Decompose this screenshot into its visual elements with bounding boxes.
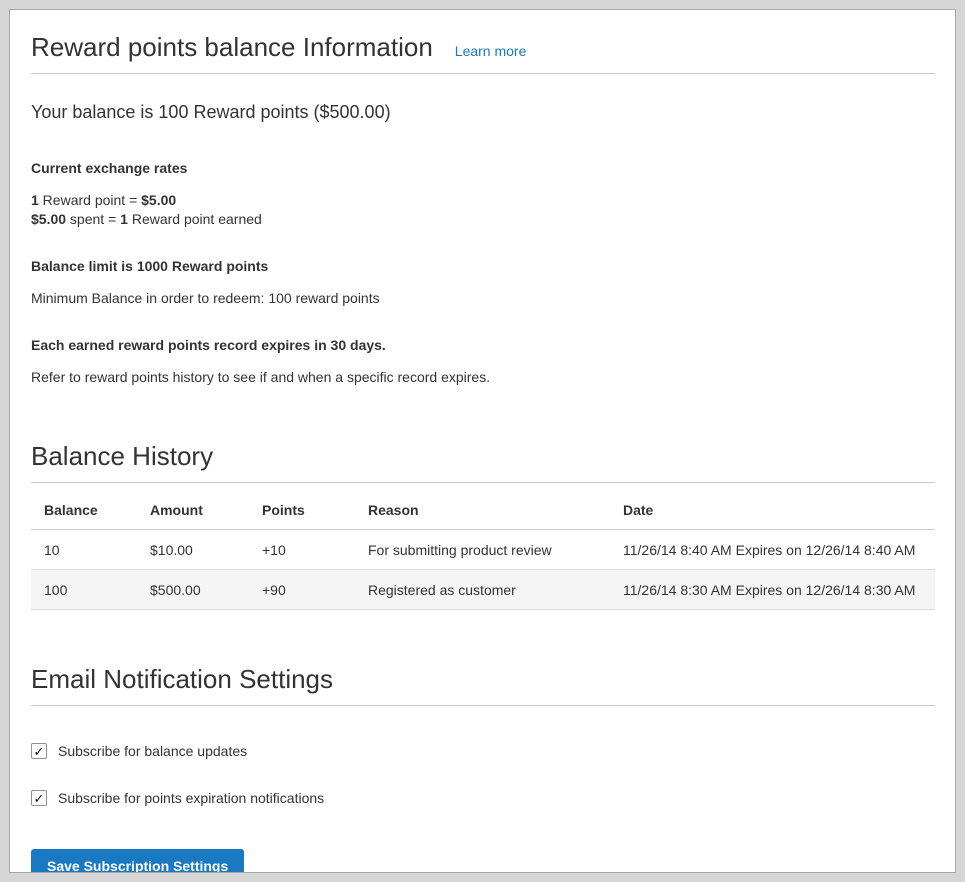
minimum-balance-note: Minimum Balance in order to redeem: 100 … (31, 289, 935, 308)
rate-earn-points: 1 (31, 192, 39, 208)
cell-reason: For submitting product review (355, 530, 610, 570)
cell-points: +90 (249, 570, 355, 610)
exchange-rates-heading: Current exchange rates (31, 159, 935, 177)
balance-history-table: Balance Amount Points Reason Date 10 $10… (31, 490, 935, 610)
rate-earn-value: $5.00 (141, 192, 176, 208)
expiry-note: Refer to reward points history to see if… (31, 368, 935, 387)
rate-spend-points: 1 (120, 211, 128, 227)
expiration-notifications-option: ✓ Subscribe for points expiration notifi… (31, 790, 935, 806)
cell-date: 11/26/14 8:40 AM Expires on 12/26/14 8:4… (610, 530, 935, 570)
save-subscription-settings-button[interactable]: Save Subscription Settings (31, 849, 244, 873)
check-icon: ✓ (34, 745, 45, 758)
check-icon: ✓ (34, 792, 45, 805)
cell-date: 11/26/14 8:30 AM Expires on 12/26/14 8:3… (610, 570, 935, 610)
expiry-heading: Each earned reward points record expires… (31, 336, 935, 354)
rate-earn-text: Reward point = (39, 192, 141, 208)
cell-balance: 10 (31, 530, 137, 570)
page-header: Reward points balance Information Learn … (31, 10, 935, 62)
balance-updates-label[interactable]: Subscribe for balance updates (58, 743, 247, 759)
cell-points: +10 (249, 530, 355, 570)
cell-balance: 100 (31, 570, 137, 610)
expiration-notifications-checkbox[interactable]: ✓ (31, 790, 47, 806)
header-divider (31, 73, 935, 74)
balance-limit-heading: Balance limit is 1000 Reward points (31, 257, 935, 275)
rate-spend-value: $5.00 (31, 211, 66, 227)
cell-reason: Registered as customer (355, 570, 610, 610)
reward-points-panel: Reward points balance Information Learn … (9, 9, 956, 873)
table-row: 10 $10.00 +10 For submitting product rev… (31, 530, 935, 570)
column-header-reason: Reason (355, 490, 610, 530)
expiration-notifications-label[interactable]: Subscribe for points expiration notifica… (58, 790, 324, 806)
column-header-date: Date (610, 490, 935, 530)
cell-amount: $500.00 (137, 570, 249, 610)
table-header-row: Balance Amount Points Reason Date (31, 490, 935, 530)
rate-spend-text: spent = (66, 211, 120, 227)
email-settings-title: Email Notification Settings (31, 664, 935, 694)
column-header-points: Points (249, 490, 355, 530)
balance-history-divider (31, 482, 935, 483)
rate-spend-text-2: Reward point earned (128, 211, 262, 227)
cell-amount: $10.00 (137, 530, 249, 570)
balance-updates-option: ✓ Subscribe for balance updates (31, 743, 935, 759)
rate-earn-line: 1 Reward point = $5.00 (31, 191, 935, 210)
column-header-balance: Balance (31, 490, 137, 530)
balance-summary: Your balance is 100 Reward points ($500.… (31, 101, 935, 123)
learn-more-link[interactable]: Learn more (455, 43, 527, 59)
table-row: 100 $500.00 +90 Registered as customer 1… (31, 570, 935, 610)
page-title: Reward points balance Information (31, 32, 433, 62)
balance-history-title: Balance History (31, 441, 935, 471)
column-header-amount: Amount (137, 490, 249, 530)
rate-spend-line: $5.00 spent = 1 Reward point earned (31, 210, 935, 229)
email-settings-divider (31, 705, 935, 706)
balance-updates-checkbox[interactable]: ✓ (31, 743, 47, 759)
